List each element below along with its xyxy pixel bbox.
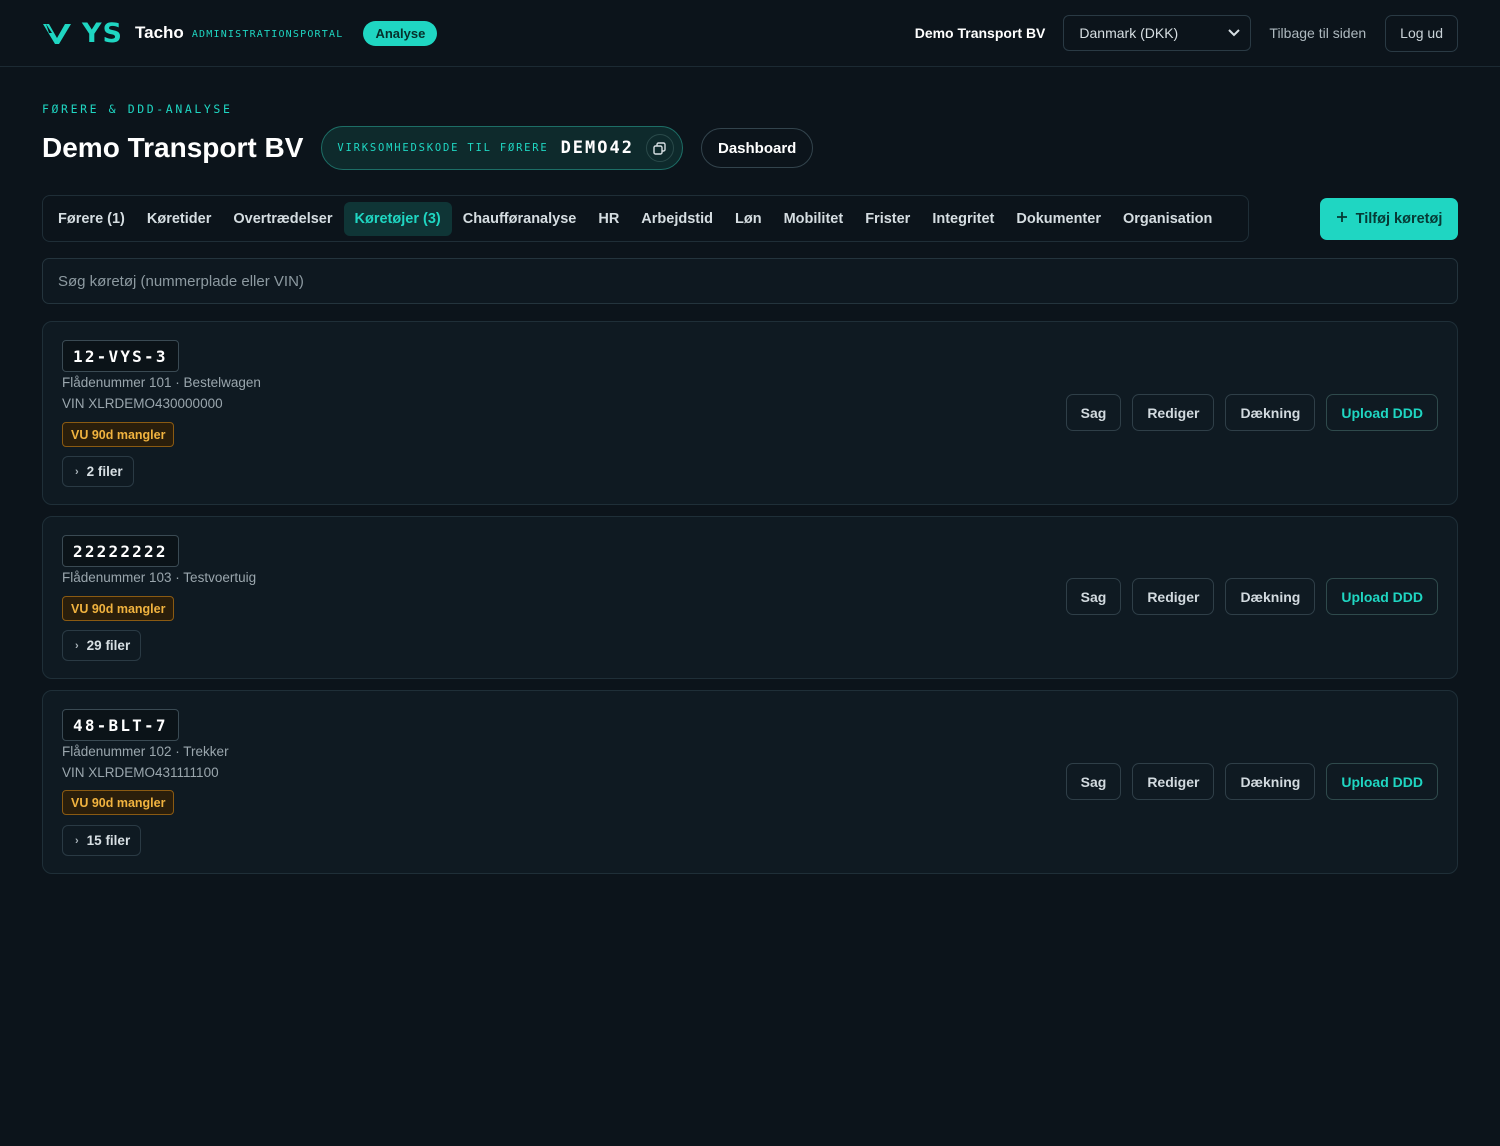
country-select[interactable]: Danmark (DKK)	[1063, 15, 1252, 51]
vehicle-actions: Sag Rediger Dækning Upload DDD	[1065, 394, 1438, 431]
plus-icon	[1336, 211, 1348, 227]
company-code-label: VIRKSOMHEDSKODE TIL FØRERE	[337, 142, 549, 154]
tab-bar: Førere (1) Køretider Overtrædelser Køretøje…	[42, 195, 1249, 242]
tab-4[interactable]: Chaufføranalyse	[452, 202, 588, 236]
logout-button[interactable]: Log ud	[1385, 14, 1458, 52]
license-plate: 12-VYS-3	[62, 340, 179, 372]
chevron-down-icon	[1228, 26, 1241, 40]
upload-ddd-button[interactable]: Upload DDD	[1326, 763, 1438, 800]
files-toggle[interactable]: › 29 filer	[62, 630, 142, 661]
tab-2[interactable]: Overtrædelser	[222, 202, 343, 236]
company-name: Demo Transport BV	[914, 25, 1046, 41]
section-eyebrow: FØRERE & DDD-ANALYSE	[42, 102, 233, 116]
add-vehicle-button[interactable]: Tilføj køretøj	[1320, 198, 1458, 240]
company-code-value: DEMO42	[560, 138, 634, 158]
country-select-value: Danmark (DKK)	[1079, 25, 1179, 41]
files-count: 29 filer	[86, 638, 131, 653]
vehicle-search-input[interactable]	[58, 272, 1457, 290]
license-plate: 22222222	[62, 535, 179, 567]
tab-0[interactable]: Førere (1)	[47, 202, 136, 236]
chevron-right-icon: ›	[75, 639, 79, 652]
fleet-number: Flådenummer 103 · Testvoertuig	[62, 570, 257, 585]
files-toggle[interactable]: › 15 filer	[62, 825, 142, 856]
coverage-button[interactable]: Dækning	[1225, 394, 1316, 431]
files-count: 15 filer	[86, 833, 131, 848]
tab-6[interactable]: Arbejdstid	[630, 202, 724, 236]
files-count: 2 filer	[86, 464, 123, 479]
vehicle-card: 22222222 Flådenummer 103 · Testvoertuig VU…	[42, 516, 1458, 679]
vehicle-card: 48-BLT-7 Flådenummer 102 · Trekker VIN XLR…	[42, 690, 1458, 874]
dashboard-button[interactable]: Dashboard	[700, 128, 814, 168]
tab-8[interactable]: Mobilitet	[773, 202, 855, 236]
upload-ddd-button[interactable]: Upload DDD	[1326, 578, 1438, 615]
logo-text: YS	[82, 17, 123, 49]
tab-3[interactable]: Køretøjer (3)	[343, 201, 452, 236]
vehicle-actions: Sag Rediger Dækning Upload DDD	[1065, 578, 1438, 615]
tab-11[interactable]: Dokumenter	[1005, 202, 1112, 236]
upload-ddd-button[interactable]: Upload DDD	[1326, 394, 1438, 431]
chevron-right-icon: ›	[75, 465, 79, 478]
edit-button[interactable]: Rediger	[1132, 578, 1215, 615]
logo-v-icon	[42, 20, 72, 46]
vehicle-search	[42, 258, 1458, 304]
logo[interactable]: YS Tacho ADMINISTRATIONSPORTAL Analyse	[42, 17, 438, 49]
vin: VIN XLRDEMO430000000	[62, 396, 223, 411]
brand-name: Tacho	[135, 23, 184, 42]
brand-subtitle: ADMINISTRATIONSPORTAL	[191, 29, 344, 40]
warning-badge: VU 90d mangler	[62, 422, 175, 447]
vehicle-actions: Sag Rediger Dækning Upload DDD	[1065, 763, 1438, 800]
case-button[interactable]: Sag	[1065, 394, 1122, 431]
copy-icon[interactable]	[645, 134, 674, 162]
coverage-button[interactable]: Dækning	[1225, 578, 1316, 615]
fleet-number: Flådenummer 101 · Bestelwagen	[62, 375, 261, 390]
tab-12[interactable]: Organisation	[1112, 202, 1223, 236]
tab-1[interactable]: Køretider	[136, 202, 222, 236]
warning-badge: VU 90d mangler	[62, 596, 175, 621]
tab-9[interactable]: Frister	[854, 202, 921, 236]
case-button[interactable]: Sag	[1065, 578, 1122, 615]
analyse-badge: Analyse	[363, 20, 438, 46]
chevron-right-icon: ›	[75, 834, 79, 847]
edit-button[interactable]: Rediger	[1132, 394, 1215, 431]
vehicle-card: 12-VYS-3 Flådenummer 101 · Bestelwagen VIN…	[42, 321, 1458, 505]
back-to-site-link[interactable]: Tilbage til siden	[1269, 25, 1366, 41]
vin: VIN XLRDEMO431111100	[62, 765, 219, 780]
tab-10[interactable]: Integritet	[921, 202, 1005, 236]
tab-7[interactable]: Løn	[724, 202, 773, 236]
license-plate: 48-BLT-7	[62, 709, 179, 741]
fleet-number: Flådenummer 102 · Trekker	[62, 744, 229, 759]
company-code-pill: VIRKSOMHEDSKODE TIL FØRERE DEMO42	[321, 126, 683, 170]
tab-5[interactable]: HR	[587, 202, 630, 236]
files-toggle[interactable]: › 2 filer	[62, 456, 134, 487]
add-vehicle-label: Tilføj køretøj	[1355, 211, 1443, 227]
top-bar: YS Tacho ADMINISTRATIONSPORTAL Analyse D…	[0, 0, 1500, 67]
edit-button[interactable]: Rediger	[1132, 763, 1215, 800]
case-button[interactable]: Sag	[1065, 763, 1122, 800]
page-title: Demo Transport BV	[42, 132, 304, 163]
warning-badge: VU 90d mangler	[62, 790, 175, 815]
coverage-button[interactable]: Dækning	[1225, 763, 1316, 800]
